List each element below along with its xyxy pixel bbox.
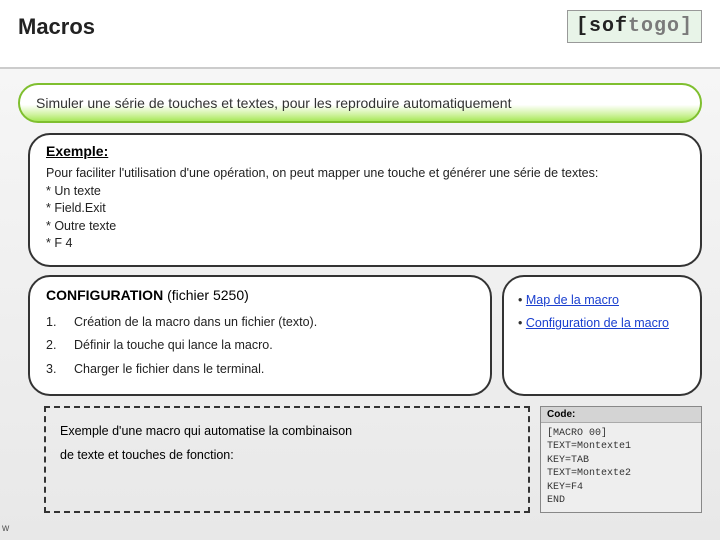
config-step: 1. Création de la macro dans un fichier … <box>46 311 474 335</box>
link-map-macro[interactable]: Map de la macro <box>526 293 619 307</box>
config-step: 2. Définir la touche qui lance la macro. <box>46 334 474 358</box>
logo-part-dark: [sof <box>576 15 628 38</box>
example-heading: Exemple: <box>46 143 684 159</box>
example-intro: Pour faciliter l'utilisation d'une opéra… <box>46 165 684 183</box>
link-row: Configuration de la macro <box>518 312 686 336</box>
code-panel-titlebar: Code: <box>541 407 701 423</box>
example-item: * Field.Exit <box>46 200 684 218</box>
step-text: Définir la touche qui lance la macro. <box>74 334 273 358</box>
config-heading: CONFIGURATION (fichier 5250) <box>46 287 474 303</box>
step-text: Création de la macro dans un fichier (te… <box>74 311 317 335</box>
code-desc-line: de texte et touches de fonction: <box>60 444 514 468</box>
links-card: Map de la macro Configuration de la macr… <box>502 275 702 396</box>
page-title: Macros <box>18 14 95 40</box>
subtitle-banner: Simuler une série de touches et textes, … <box>18 83 702 123</box>
step-text: Charger le fichier dans le terminal. <box>74 358 264 382</box>
brand-logo: [softogo] <box>567 10 702 43</box>
example-body: Pour faciliter l'utilisation d'une opéra… <box>46 165 684 253</box>
footer-mark: w <box>2 523 9 534</box>
link-config-macro[interactable]: Configuration de la macro <box>526 316 669 330</box>
code-panel-body: [MACRO 00] TEXT=Montexte1 KEY=TAB TEXT=M… <box>541 423 701 512</box>
step-number: 1. <box>46 311 60 335</box>
logo-part-light: togo] <box>628 15 693 38</box>
step-number: 3. <box>46 358 60 382</box>
config-heading-rest: (fichier 5250) <box>163 287 249 303</box>
step-number: 2. <box>46 334 60 358</box>
example-item: * Un texte <box>46 183 684 201</box>
link-row: Map de la macro <box>518 289 686 313</box>
config-step: 3. Charger le fichier dans le terminal. <box>46 358 474 382</box>
example-card: Exemple: Pour faciliter l'utilisation d'… <box>28 133 702 267</box>
code-panel: Code: [MACRO 00] TEXT=Montexte1 KEY=TAB … <box>540 406 702 513</box>
code-description-box: Exemple d'une macro qui automatise la co… <box>44 406 530 513</box>
config-card: CONFIGURATION (fichier 5250) 1. Création… <box>28 275 492 396</box>
config-heading-bold: CONFIGURATION <box>46 287 163 303</box>
example-item: * F 4 <box>46 235 684 253</box>
example-item: * Outre texte <box>46 218 684 236</box>
code-desc-line: Exemple d'une macro qui automatise la co… <box>60 420 514 444</box>
